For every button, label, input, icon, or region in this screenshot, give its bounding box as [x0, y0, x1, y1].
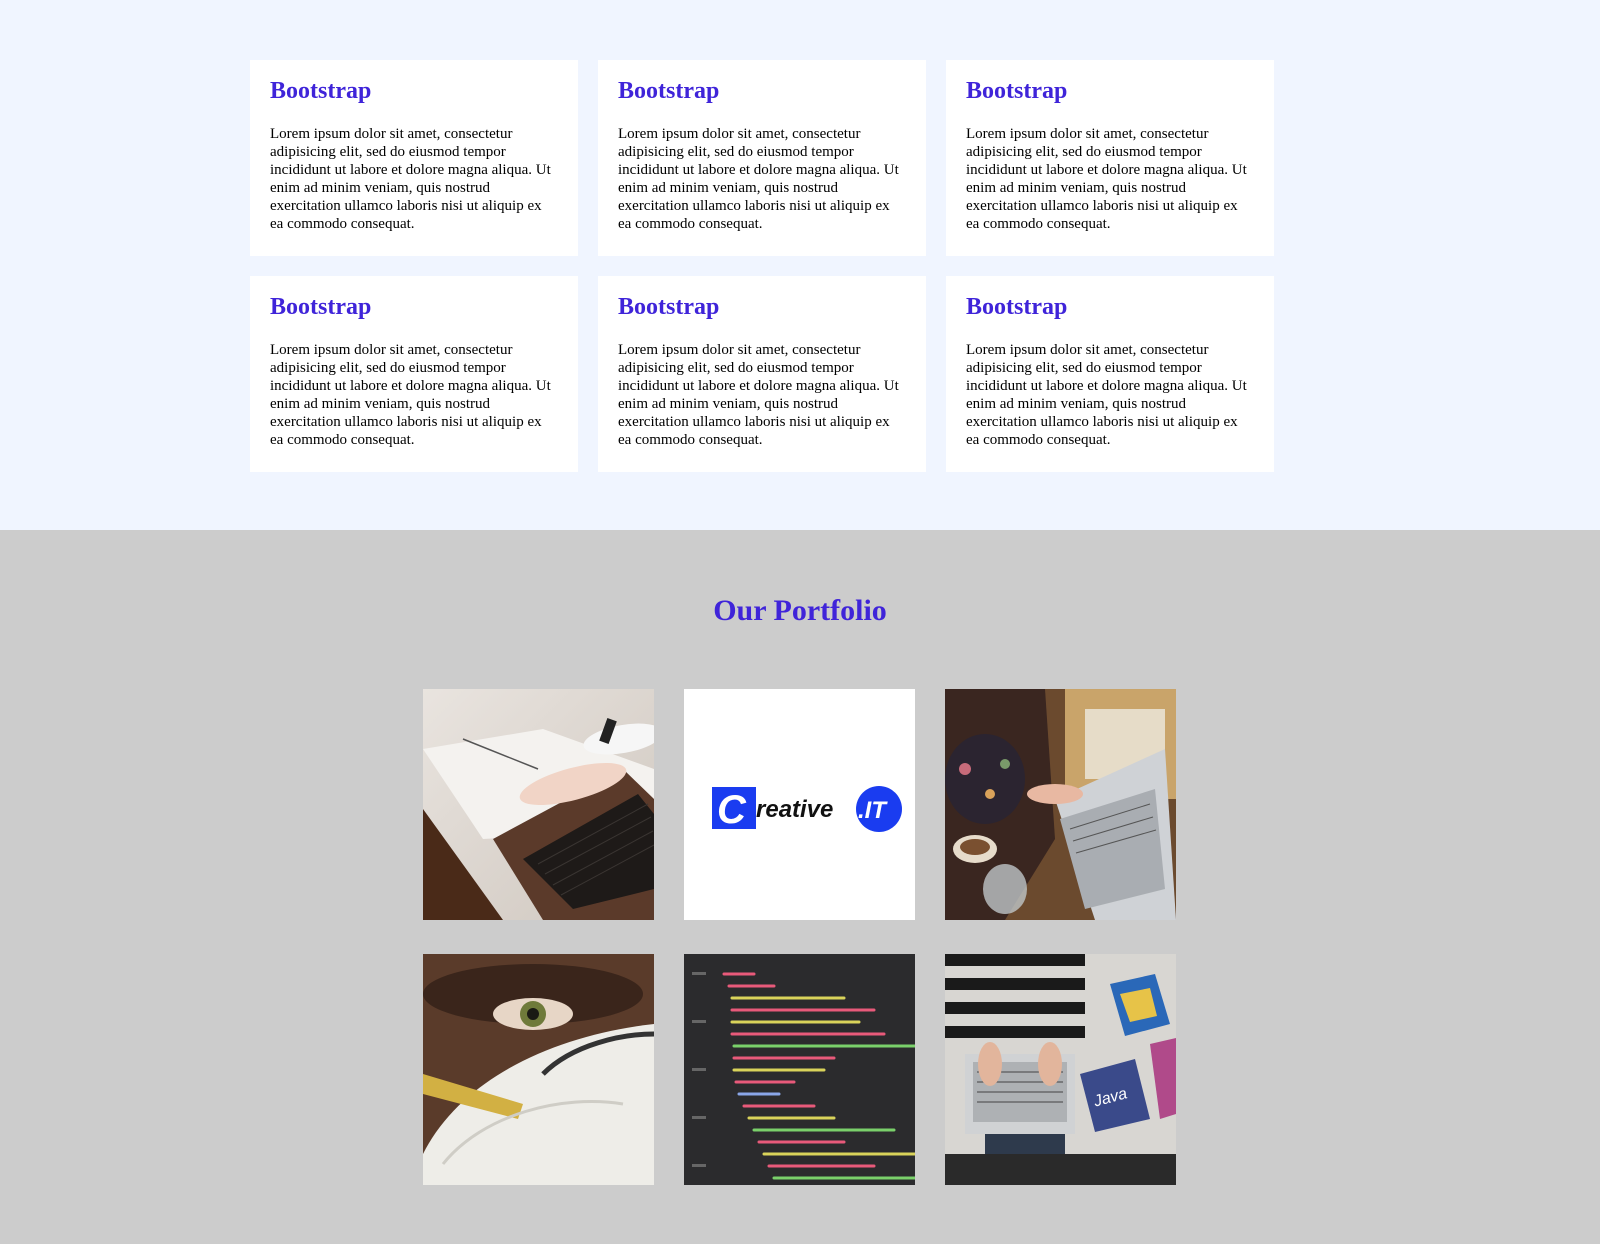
- card-text: Lorem ipsum dolor sit amet, consectetur …: [618, 126, 899, 232]
- svg-text:.IT: .IT: [858, 797, 888, 824]
- card-title: Bootstrap: [270, 294, 372, 320]
- service-card: Bootstrap Lorem ipsum dolor sit amet, co…: [598, 60, 926, 256]
- card-text: Lorem ipsum dolor sit amet, consectetur …: [966, 126, 1247, 232]
- service-card: Bootstrap Lorem ipsum dolor sit amet, co…: [250, 60, 578, 256]
- card-title: Bootstrap: [966, 294, 1068, 320]
- card-title: Bootstrap: [270, 78, 372, 104]
- card-text: Lorem ipsum dolor sit amet, consectetur …: [618, 342, 899, 448]
- card-title: Bootstrap: [966, 78, 1068, 104]
- card-title: Bootstrap: [618, 78, 720, 104]
- service-cards: Bootstrap Lorem ipsum dolor sit amet, co…: [250, 60, 1274, 472]
- portfolio-image-laptop-books[interactable]: Java: [945, 954, 1176, 1185]
- services-section: Bootstrap Lorem ipsum dolor sit amet, co…: [0, 0, 1600, 530]
- card-text: Lorem ipsum dolor sit amet, consectetur …: [270, 342, 551, 448]
- portfolio-image-creative-it-logo[interactable]: C reative .IT: [684, 689, 915, 920]
- portfolio-section: Our Portfolio C reative .IT Java: [0, 530, 1600, 1244]
- portfolio-heading: Our Portfolio: [713, 594, 887, 627]
- portfolio-image-code-screen[interactable]: [684, 954, 915, 1185]
- portfolio-grid: C reative .IT Java: [423, 689, 1176, 1185]
- service-card: Bootstrap Lorem ipsum dolor sit amet, co…: [598, 276, 926, 472]
- svg-text:C: C: [717, 788, 747, 832]
- service-card: Bootstrap Lorem ipsum dolor sit amet, co…: [946, 60, 1274, 256]
- card-text: Lorem ipsum dolor sit amet, consectetur …: [966, 342, 1247, 448]
- service-card: Bootstrap Lorem ipsum dolor sit amet, co…: [946, 276, 1274, 472]
- svg-text:reative: reative: [756, 796, 833, 823]
- portfolio-image-face-mask[interactable]: [423, 954, 654, 1185]
- card-text: Lorem ipsum dolor sit amet, consectetur …: [270, 126, 551, 232]
- portfolio-image-woman-laptop[interactable]: [945, 689, 1176, 920]
- portfolio-image-laptop-typing[interactable]: [423, 689, 654, 920]
- card-title: Bootstrap: [618, 294, 720, 320]
- service-card: Bootstrap Lorem ipsum dolor sit amet, co…: [250, 276, 578, 472]
